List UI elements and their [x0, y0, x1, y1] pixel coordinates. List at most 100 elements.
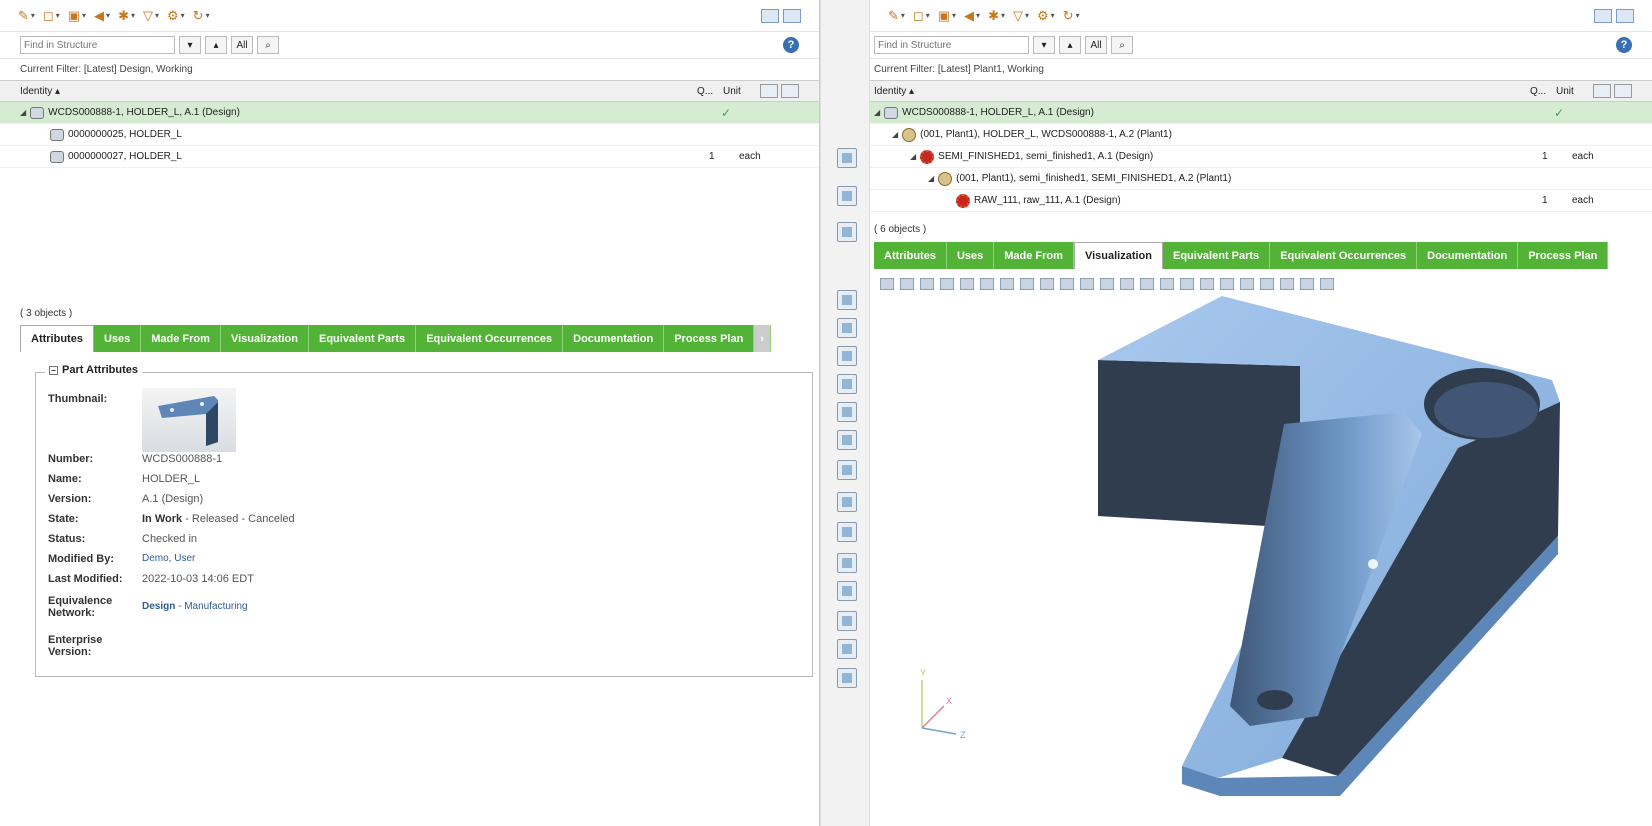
update-icon[interactable] — [837, 668, 857, 688]
hide-icon[interactable] — [1200, 278, 1214, 290]
help-icon[interactable]: ? — [1616, 37, 1632, 53]
tab-uses[interactable]: Uses — [94, 325, 142, 352]
actions-icon[interactable]: ✱ ▾ — [118, 8, 135, 24]
transform-icon[interactable] — [837, 402, 857, 422]
tab-attributes[interactable]: Attributes — [20, 325, 94, 352]
tab-made-from[interactable]: Made From — [994, 242, 1074, 269]
sync-icon[interactable] — [837, 290, 857, 310]
tree-view-icon[interactable] — [1614, 84, 1632, 98]
toggle-icon[interactable] — [837, 318, 857, 338]
orient-icon[interactable] — [980, 278, 994, 290]
equivalence-rest[interactable]: - Manufacturing — [175, 601, 248, 612]
clipboard-icon[interactable]: ▣ ▾ — [68, 8, 86, 24]
assign-icon[interactable] — [837, 346, 857, 366]
table-row[interactable]: 0000000025, HOLDER_L — [0, 124, 819, 146]
help-icon[interactable]: ? — [783, 37, 799, 53]
compare-structure-icon[interactable] — [837, 148, 857, 168]
zoom-window-icon[interactable] — [900, 278, 914, 290]
collapse-icon[interactable]: − — [49, 365, 58, 375]
find-up-button[interactable]: ▴ — [1059, 36, 1081, 54]
edit-icon[interactable]: ✎ ▾ — [18, 8, 35, 24]
isolate-icon[interactable] — [1220, 278, 1234, 290]
tab-equivalent-parts[interactable]: Equivalent Parts — [309, 325, 417, 352]
holder-3d-model[interactable] — [870, 296, 1652, 826]
clipboard-icon[interactable]: ▣ ▾ — [938, 8, 956, 24]
edit-icon[interactable]: ✎ ▾ — [888, 8, 905, 24]
table-row[interactable]: ◢ WCDS000888-1, HOLDER_L, A.1 (Design) ✓ — [0, 102, 819, 124]
paste-icon[interactable] — [837, 374, 857, 394]
expand-triangle-icon[interactable]: ◢ — [874, 108, 880, 117]
find-in-structure-input[interactable] — [874, 36, 1029, 54]
tab-documentation[interactable]: Documentation — [563, 325, 665, 352]
measure-icon[interactable] — [1120, 278, 1134, 290]
tab-uses[interactable]: Uses — [947, 242, 995, 269]
quantity-column-header[interactable]: Q... — [1530, 86, 1556, 97]
select-box-icon[interactable] — [1060, 278, 1074, 290]
navigate-icon[interactable]: ◀ ▾ — [964, 8, 980, 24]
rotate-icon[interactable] — [1020, 278, 1034, 290]
find-dropdown-button[interactable]: ▾ — [179, 36, 201, 54]
table-row[interactable]: RAW_111, raw_111, A.1 (Design) 1 each — [870, 190, 1652, 212]
refresh-icon[interactable]: ↻ ▾ — [193, 8, 210, 24]
actions-icon[interactable]: ✱ ▾ — [988, 8, 1005, 24]
snapshot-icon[interactable] — [1260, 278, 1274, 290]
expand-triangle-icon[interactable]: ◢ — [20, 108, 26, 117]
settings-icon[interactable] — [1320, 278, 1334, 290]
sequence-icon[interactable] — [940, 278, 954, 290]
unit-column-header[interactable]: Unit — [723, 86, 757, 97]
columns-icon[interactable] — [783, 8, 801, 23]
expand-triangle-icon[interactable]: ◢ — [928, 174, 934, 183]
explode-icon[interactable] — [1140, 278, 1154, 290]
section-icon[interactable] — [1080, 278, 1094, 290]
report-icon[interactable] — [837, 222, 857, 242]
restructure-icon[interactable] — [837, 581, 857, 601]
find-options-icon[interactable]: ⌕ — [257, 36, 279, 54]
insert-icon[interactable]: ◻ ▾ — [43, 8, 60, 24]
allocate-icon[interactable] — [837, 611, 857, 631]
detect-icon[interactable] — [837, 522, 857, 542]
equivalence-design-link[interactable]: Design — [142, 601, 175, 612]
expand-triangle-icon[interactable]: ◢ — [892, 130, 898, 139]
identity-column-header[interactable]: Identity ▴ — [874, 86, 1530, 97]
inspect-icon[interactable] — [837, 186, 857, 206]
find-in-structure-input[interactable] — [20, 36, 175, 54]
tab-visualization[interactable]: Visualization — [1073, 242, 1163, 269]
table-row[interactable]: ◢ WCDS000888-1, HOLDER_L, A.1 (Design) ✓ — [870, 102, 1652, 124]
tab-scroll-right-icon[interactable]: › — [754, 325, 771, 352]
tab-equivalent-occurrences[interactable]: Equivalent Occurrences — [416, 325, 564, 352]
route-icon[interactable] — [920, 278, 934, 290]
find-all-button[interactable]: All — [231, 36, 253, 54]
tools-icon[interactable]: ⚙ ▾ — [167, 8, 185, 24]
tree-view-icon[interactable] — [781, 84, 799, 98]
part-thumbnail[interactable] — [142, 388, 236, 452]
quantity-column-header[interactable]: Q... — [697, 86, 723, 97]
filter-icon[interactable]: ▽ ▾ — [143, 8, 159, 24]
find-dropdown-button[interactable]: ▾ — [1033, 36, 1055, 54]
layers-icon[interactable] — [1040, 278, 1054, 290]
columns-icon[interactable] — [1616, 8, 1634, 23]
tab-visualization[interactable]: Visualization — [221, 325, 309, 352]
annotate-icon[interactable] — [1180, 278, 1194, 290]
expand-triangle-icon[interactable]: ◢ — [910, 152, 916, 161]
print-icon[interactable] — [1300, 278, 1314, 290]
identity-column-header[interactable]: Identity ▴ — [20, 86, 697, 97]
filter-icon[interactable]: ▽ ▾ — [1013, 8, 1029, 24]
tab-process-plan[interactable]: Process Plan — [1518, 242, 1609, 269]
align-icon[interactable] — [837, 492, 857, 512]
tab-attributes[interactable]: Attributes — [874, 242, 947, 269]
table-row[interactable]: ◢ (001, Plant1), semi_finished1, SEMI_FIN… — [870, 168, 1652, 190]
column-settings-icon[interactable] — [760, 84, 778, 98]
part-attributes-header[interactable]: − Part Attributes — [45, 364, 142, 376]
3d-viewport[interactable]: Y X Z — [870, 296, 1652, 826]
unit-column-header[interactable]: Unit — [1556, 86, 1590, 97]
find-options-icon[interactable]: ⌕ — [1111, 36, 1133, 54]
refresh-icon[interactable]: ↻ ▾ — [1063, 8, 1080, 24]
transparency-icon[interactable] — [1240, 278, 1254, 290]
shading-icon[interactable] — [1000, 278, 1014, 290]
layout-icon[interactable] — [1594, 8, 1612, 23]
tab-made-from[interactable]: Made From — [141, 325, 221, 352]
find-all-button[interactable]: All — [1085, 36, 1107, 54]
link-icon[interactable] — [837, 639, 857, 659]
tab-equivalent-occurrences[interactable]: Equivalent Occurrences — [1270, 242, 1418, 269]
insert-icon[interactable]: ◻ ▾ — [913, 8, 930, 24]
